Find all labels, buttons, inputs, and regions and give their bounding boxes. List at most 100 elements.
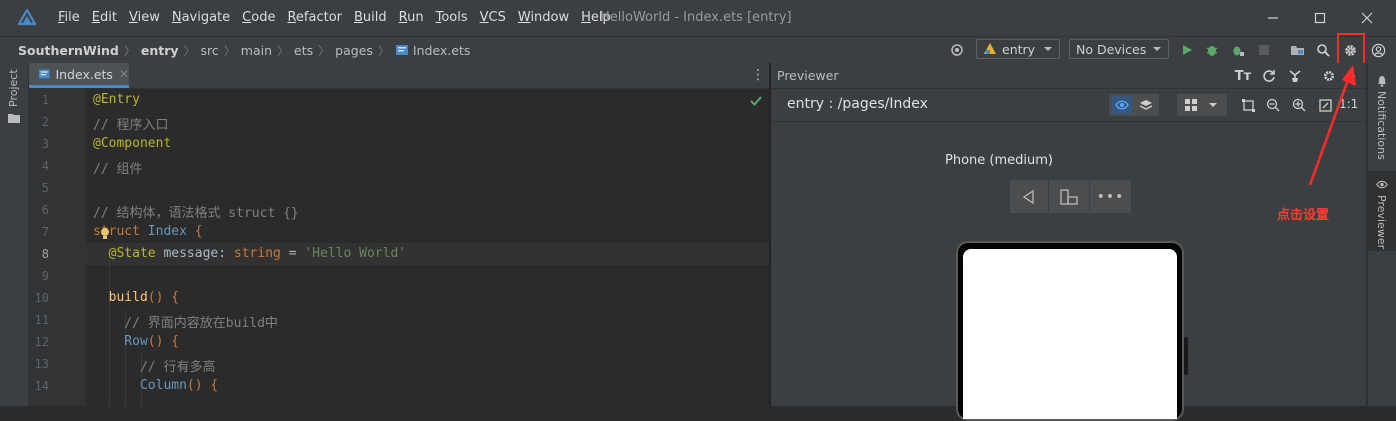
- eye-icon: [1376, 180, 1388, 189]
- minimize-icon: [1268, 17, 1278, 19]
- maximize-icon: [1314, 12, 1326, 24]
- phone-side-button: [1184, 337, 1188, 375]
- code-line: @Component: [93, 136, 172, 151]
- font-size-icon[interactable]: Tт: [1233, 67, 1253, 85]
- menu-build[interactable]: Build: [348, 0, 393, 36]
- line-number: 6: [41, 203, 49, 217]
- menu-run[interactable]: Run: [393, 0, 430, 36]
- chevron-down-icon: [1205, 96, 1221, 114]
- minimize-button[interactable]: [1250, 0, 1296, 36]
- breadcrumb-project[interactable]: SouthernWind: [18, 43, 119, 58]
- code-line: build() {: [93, 290, 180, 305]
- left-tool-strip: Project: [0, 63, 29, 406]
- phone-screen[interactable]: [963, 249, 1177, 419]
- code-line: // 程序入口: [93, 118, 169, 133]
- line-number: 3: [41, 137, 49, 151]
- code-line: @Entry: [93, 92, 140, 107]
- previewer-toolbar: entry : /pages/Index 1:1: [771, 89, 1366, 122]
- breadcrumb-main[interactable]: main: [241, 43, 272, 58]
- code-line: // 组件: [93, 162, 143, 177]
- run-button[interactable]: [1178, 40, 1196, 60]
- debug-button[interactable]: [1203, 40, 1221, 60]
- breadcrumb-module[interactable]: entry: [141, 43, 179, 58]
- lightbulb-icon[interactable]: [99, 227, 111, 241]
- search-icon: [1317, 44, 1330, 57]
- eye-icon: [1115, 100, 1129, 110]
- play-icon: [1183, 45, 1192, 55]
- run-config-select[interactable]: entry: [976, 39, 1060, 59]
- device-select-label: No Devices: [1076, 41, 1147, 57]
- project-tool-window-tab[interactable]: Project: [7, 69, 20, 107]
- maximize-button[interactable]: [1297, 0, 1343, 36]
- bug-icon: [1206, 46, 1218, 56]
- close-window-button[interactable]: [1344, 0, 1390, 36]
- chevron-down-icon: [1044, 47, 1052, 51]
- breadcrumb-pages[interactable]: pages: [335, 43, 373, 58]
- refresh-button[interactable]: [1259, 67, 1279, 85]
- menu-view[interactable]: View: [123, 0, 166, 36]
- navigation-bar: SouthernWind 〉 entry 〉 src 〉 main 〉 ets 〉 pag…: [0, 36, 1396, 64]
- attach-debugger-button[interactable]: [1229, 40, 1247, 60]
- code-line: Row() {: [93, 334, 180, 349]
- zoom-out-button[interactable]: [1263, 96, 1283, 114]
- crop-icon: [1241, 98, 1255, 112]
- rotate-device-button[interactable]: [1049, 180, 1090, 213]
- line-number: 11: [34, 313, 49, 327]
- breadcrumb: SouthernWind 〉 entry 〉 src 〉 main 〉 ets 〉 pag…: [18, 42, 471, 58]
- tab-more-options-icon[interactable]: ⋮: [751, 67, 765, 83]
- line-number: 7: [41, 225, 49, 239]
- code-line: // 结构体，语法格式 struct {}: [93, 206, 299, 221]
- previewer-route: entry : /pages/Index: [787, 96, 928, 112]
- more-options-icon[interactable]: •••: [1090, 180, 1131, 213]
- line-number: 2: [41, 115, 49, 129]
- menu-edit[interactable]: Edit: [86, 0, 123, 36]
- app-logo-icon: [18, 9, 36, 26]
- ets-file-icon: [38, 69, 50, 79]
- breadcrumb-ets[interactable]: ets: [294, 43, 313, 58]
- tab-index-ets[interactable]: Index.ets ✕: [29, 63, 129, 88]
- layers-view-button[interactable]: [1136, 96, 1156, 114]
- menu-tools[interactable]: Tools: [430, 0, 474, 36]
- attach-bug-icon: [1233, 46, 1244, 56]
- module-icon: [984, 43, 996, 54]
- folder-icon[interactable]: [8, 113, 20, 123]
- menu-code[interactable]: Code: [236, 0, 281, 36]
- device-name: Phone (medium): [945, 153, 1053, 168]
- account-button[interactable]: [1368, 40, 1388, 60]
- close-icon: [1361, 12, 1373, 24]
- grid-icon: [1181, 96, 1201, 114]
- menu-file[interactable]: File: [52, 0, 86, 36]
- line-number: 10: [34, 291, 49, 305]
- menu-navigate[interactable]: Navigate: [166, 0, 236, 36]
- fit-screen-button[interactable]: [1238, 96, 1258, 114]
- code-line: // 界面内容放在build中: [93, 316, 278, 331]
- title-bar: File Edit View Navigate Code Refactor Bu…: [0, 0, 1396, 36]
- tab-close-icon[interactable]: ✕: [119, 67, 129, 81]
- line-number: 13: [34, 357, 49, 371]
- previewer-tool-window-tab[interactable]: Previewer: [1375, 195, 1388, 249]
- stop-icon: [1259, 45, 1269, 55]
- line-number: 5: [41, 181, 49, 195]
- target-icon: [951, 44, 963, 56]
- breadcrumb-file[interactable]: Index.ets: [413, 43, 471, 58]
- notifications-tool-window-tab[interactable]: Notifications: [1375, 91, 1388, 160]
- code-editor[interactable]: 1 2 3 4 5 6 7 8 9 10 11 12 13 14 @Entry …: [29, 89, 769, 406]
- menu-bar: File Edit View Navigate Code Refactor Bu…: [52, 0, 617, 36]
- locate-target-button[interactable]: [948, 40, 966, 60]
- search-everywhere-button[interactable]: [1314, 40, 1332, 60]
- chevron-down-icon: [1153, 47, 1161, 51]
- menu-vcs[interactable]: VCS: [474, 0, 512, 36]
- project-structure-button[interactable]: [1288, 40, 1306, 60]
- layers-icon: [1139, 100, 1153, 110]
- code-line-current: @State message: string = 'Hello World': [93, 246, 407, 261]
- menu-refactor[interactable]: Refactor: [281, 0, 348, 36]
- line-number: 12: [34, 335, 49, 349]
- eye-view-button[interactable]: [1112, 96, 1132, 114]
- run-config-label: entry: [1002, 41, 1036, 57]
- back-button[interactable]: [1010, 180, 1049, 213]
- device-select[interactable]: No Devices: [1069, 39, 1169, 59]
- stop-button[interactable]: [1255, 40, 1273, 60]
- bell-icon[interactable]: [1376, 75, 1388, 87]
- menu-window[interactable]: Window: [512, 0, 575, 36]
- breadcrumb-src[interactable]: src: [201, 43, 219, 58]
